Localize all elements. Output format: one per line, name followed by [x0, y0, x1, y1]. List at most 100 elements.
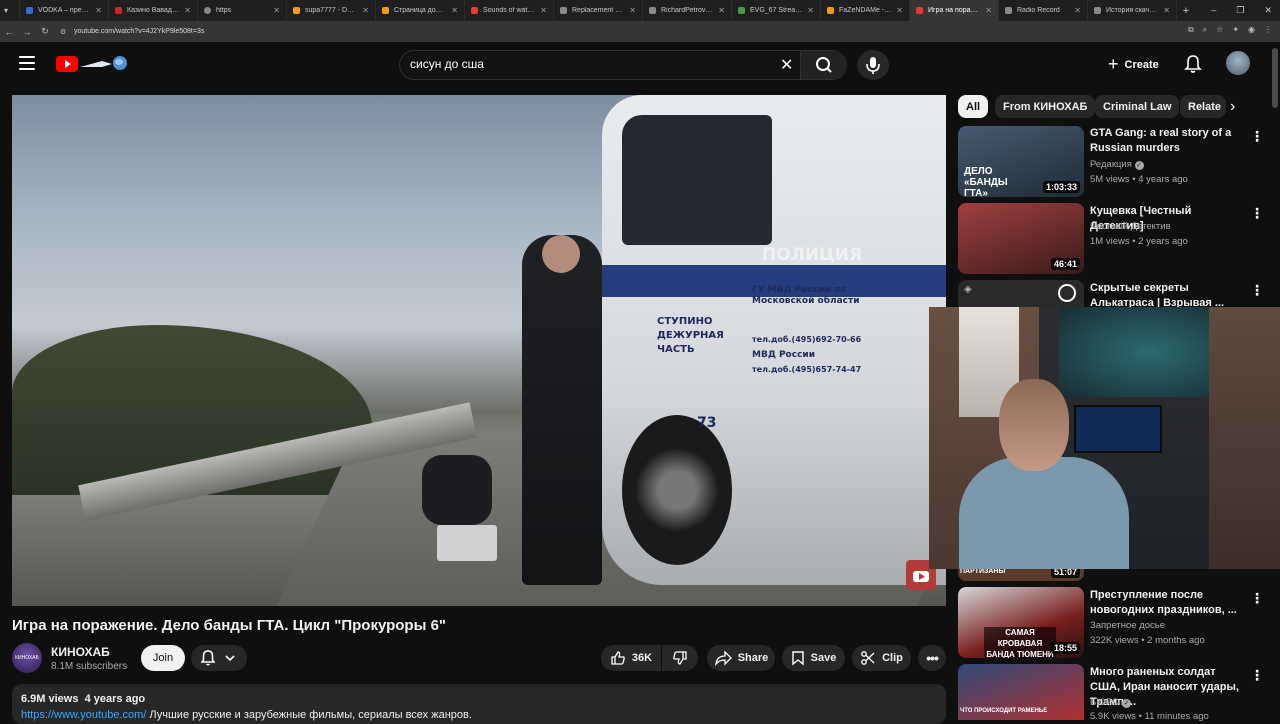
- clip-button[interactable]: Clip: [852, 645, 911, 671]
- browser-tab[interactable]: supa7777 - Donatio ✕: [287, 0, 376, 21]
- tab-favicon-icon: [1005, 7, 1012, 14]
- forward-icon[interactable]: →: [18, 27, 36, 37]
- car-duty-text: СТУПИНО ДЕЖУРНАЯ ЧАСТЬ: [657, 316, 724, 355]
- share-icon: [714, 650, 732, 666]
- chip-all[interactable]: All: [958, 95, 989, 118]
- tab-close-icon[interactable]: ✕: [362, 6, 369, 15]
- chip-from-channel[interactable]: From КИНОХАБ: [995, 95, 1096, 118]
- new-tab-button[interactable]: +: [1177, 0, 1195, 21]
- browser-tab[interactable]: Страница донатов ✕: [376, 0, 465, 21]
- more-vertical-icon[interactable]: ⋮: [1250, 282, 1264, 299]
- recommendation-thumbnail[interactable]: 46:41: [958, 203, 1084, 274]
- search-input[interactable]: сисун до сша: [410, 57, 484, 71]
- video-duration: 46:41: [1050, 258, 1080, 270]
- hamburger-menu-icon[interactable]: [19, 56, 35, 70]
- webcam-brick-wall-right: [1209, 307, 1280, 569]
- browser-menu-button[interactable]: ▾: [0, 0, 20, 21]
- more-vertical-icon[interactable]: ⋮: [1250, 205, 1264, 222]
- extension-icon[interactable]: ✦: [1232, 25, 1239, 35]
- recommendation-channel[interactable]: Запретное досье: [1090, 620, 1165, 631]
- tab-close-icon[interactable]: ✕: [718, 6, 725, 15]
- channel-avatar[interactable]: КИНОХАБ: [12, 643, 42, 673]
- join-button[interactable]: Join: [141, 645, 185, 671]
- channel-name[interactable]: КИНОХАБ: [51, 645, 110, 659]
- tab-close-icon[interactable]: ✕: [273, 6, 280, 15]
- video-frame-crouching-man: [422, 455, 492, 525]
- tab-close-icon[interactable]: ✕: [896, 6, 903, 15]
- webcam-monitor: [1074, 405, 1162, 453]
- tab-close-icon[interactable]: ✕: [451, 6, 458, 15]
- site-info-icon[interactable]: ⚙: [54, 28, 72, 36]
- browser-tab[interactable]: https ✕: [198, 0, 287, 21]
- more-actions-button[interactable]: •••: [918, 645, 946, 671]
- voice-search-button[interactable]: [857, 50, 889, 80]
- zoom-icon[interactable]: ⌕: [1203, 25, 1207, 35]
- recommendation-thumbnail[interactable]: ЧТО ПРОИСХОДИТ РАМЕНЬЕ: [958, 664, 1084, 720]
- close-window-icon[interactable]: ✕: [1264, 5, 1272, 16]
- tab-close-icon[interactable]: ✕: [1163, 6, 1170, 15]
- tab-close-icon[interactable]: ✕: [95, 6, 102, 15]
- url-field[interactable]: youtube.com/watch?v=4J2YkP9le508t=3s: [74, 28, 204, 35]
- browser-tab[interactable]: Replacement Parts ✕: [554, 0, 643, 21]
- more-vertical-icon[interactable]: ⋮: [1250, 128, 1264, 145]
- recommendation-channel[interactable]: Честный Детектив: [1090, 221, 1171, 232]
- page-scrollbar[interactable]: [1272, 48, 1278, 108]
- recommendation-thumbnail[interactable]: ДЕЛО «БАНДЫ ГТА» 1:03:33: [958, 126, 1084, 197]
- bookmark-star-icon[interactable]: ☆: [1216, 25, 1223, 35]
- car-phone1-text: тел.доб.(495)692-70-66: [752, 335, 862, 344]
- tab-close-icon[interactable]: ✕: [1074, 6, 1081, 15]
- browser-menu-icon[interactable]: ⋮: [1264, 25, 1272, 35]
- recommendation-channel[interactable]: БЮРО ✓: [1090, 697, 1131, 708]
- chip-related[interactable]: Relate: [1180, 95, 1226, 118]
- video-player[interactable]: ПОЛИЦИЯ ГУ МВД России по Московской обла…: [12, 95, 946, 606]
- thumbnail-text: САМАЯ КРОВАВАЯ БАНДА ТЮМЕНИ: [984, 627, 1056, 658]
- restore-icon[interactable]: ❐: [1236, 5, 1244, 16]
- more-vertical-icon[interactable]: ⋮: [1250, 590, 1264, 607]
- video-duration: 1:03:33: [1042, 181, 1080, 193]
- profile-icon[interactable]: ◉: [1248, 25, 1255, 35]
- recommendation-title[interactable]: Скрытые секреты Алькатраса | Взрывая ...: [1090, 281, 1240, 307]
- recommendation-channel[interactable]: Редакция ✓: [1090, 159, 1144, 170]
- tab-close-icon[interactable]: ✕: [540, 6, 547, 15]
- tab-close-icon[interactable]: ✕: [629, 6, 636, 15]
- browser-tab[interactable]: FaZeNDAMe - Dona ✕: [821, 0, 910, 21]
- search-box[interactable]: сисун до сша ✕: [399, 50, 847, 80]
- tab-close-icon[interactable]: ✕: [985, 6, 992, 15]
- browser-tab[interactable]: RichardPetrovich - ✕: [643, 0, 732, 21]
- browser-tab[interactable]: Sounds of water fo ✕: [465, 0, 554, 21]
- browser-tab[interactable]: История скачиван ✕: [1088, 0, 1177, 21]
- browser-tab[interactable]: EVG_67 Stream - Vi ✕: [732, 0, 821, 21]
- chip-criminal-law[interactable]: Criminal Law: [1095, 95, 1180, 118]
- tab-close-icon[interactable]: ✕: [184, 6, 191, 15]
- more-vertical-icon[interactable]: ⋮: [1250, 667, 1264, 684]
- share-button[interactable]: Share: [707, 645, 775, 671]
- reload-icon[interactable]: ↻: [36, 26, 54, 37]
- clear-search-icon[interactable]: ✕: [780, 55, 793, 75]
- subscription-bell-button[interactable]: [191, 645, 247, 671]
- chevron-right-icon[interactable]: ›: [1230, 98, 1235, 116]
- like-button[interactable]: 36K: [601, 645, 661, 671]
- browser-tab[interactable]: VODKA – премиум ✕: [20, 0, 109, 21]
- recommendation-thumbnail[interactable]: САМАЯ КРОВАВАЯ БАНДА ТЮМЕНИ 18:55: [958, 587, 1084, 658]
- car-wheel: [622, 415, 732, 565]
- dislike-button[interactable]: [662, 645, 698, 671]
- browser-tab-active[interactable]: Игра на пораж... ✕: [910, 0, 999, 21]
- recommendation-title[interactable]: Преступление после новогодних праздников…: [1090, 588, 1240, 618]
- user-avatar[interactable]: [1226, 51, 1250, 75]
- browser-tab[interactable]: Radio Record ✕: [999, 0, 1088, 21]
- recommendation-title[interactable]: GTA Gang: a real story of a Russian murd…: [1090, 126, 1240, 156]
- notifications-bell-icon[interactable]: [1184, 54, 1202, 74]
- watch-later-clock-icon[interactable]: [1058, 284, 1076, 302]
- back-icon[interactable]: ←: [0, 27, 18, 37]
- browser-tab[interactable]: Казино Вавада — ... ✕: [109, 0, 198, 21]
- open-in-app-icon[interactable]: ⧉: [1188, 25, 1194, 35]
- search-button[interactable]: [800, 51, 847, 79]
- minimize-icon[interactable]: –: [1211, 5, 1216, 16]
- create-label: Create: [1124, 59, 1159, 71]
- youtube-logo[interactable]: [56, 55, 128, 75]
- description-link[interactable]: https://www.youtube.com/: [21, 709, 146, 721]
- recommendation-thumbnail[interactable]: ◈: [958, 280, 1084, 307]
- tab-close-icon[interactable]: ✕: [807, 6, 814, 15]
- save-button[interactable]: Save: [782, 645, 845, 671]
- create-button[interactable]: + Create: [1102, 52, 1172, 78]
